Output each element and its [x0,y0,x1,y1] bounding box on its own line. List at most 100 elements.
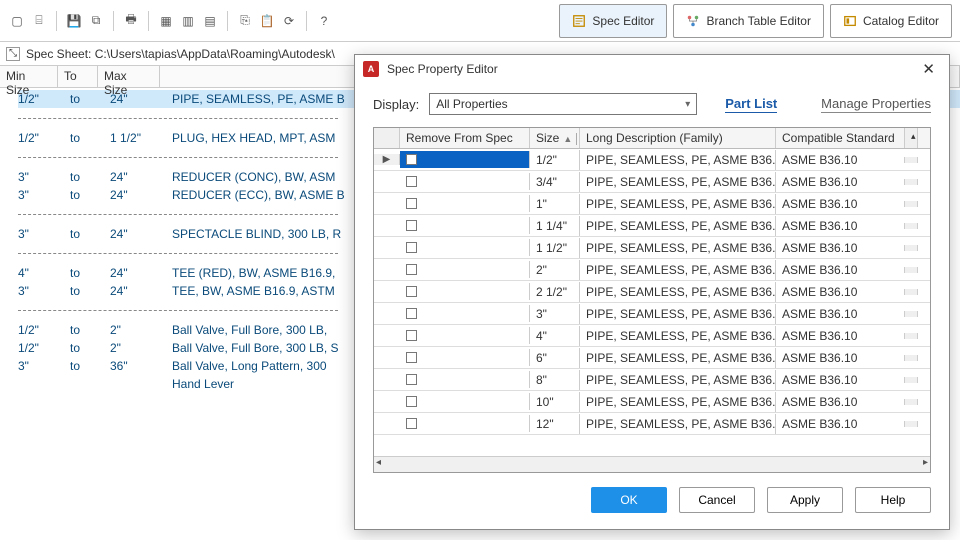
dialog-title: Spec Property Editor [387,62,498,76]
max-size: 2" [110,323,172,337]
tab-label: Spec Editor [592,14,654,28]
col-size[interactable]: Size▲ [530,128,580,148]
grid-row[interactable]: 4"PIPE, SEAMLESS, PE, ASME B36.10, …ASME… [374,325,930,347]
desc: Hand Lever [172,377,372,391]
checkbox-icon[interactable] [406,154,417,165]
vscroll-track[interactable] [904,289,918,295]
remove-cell[interactable] [400,283,530,300]
remove-cell[interactable] [400,371,530,388]
size-cell: 12" [530,414,580,434]
vscroll-up-icon[interactable]: ▴ [904,128,918,148]
manage-properties-link[interactable]: Manage Properties [821,96,931,113]
checkbox-icon[interactable] [406,242,417,253]
checkbox-icon[interactable] [406,374,417,385]
vscroll-track[interactable] [904,223,918,229]
gridv-icon[interactable]: ▥ [179,12,197,30]
print-icon[interactable]: 🖶 [122,12,140,30]
remove-cell[interactable] [400,327,530,344]
tab-label: Catalog Editor [863,14,939,28]
vscroll-track[interactable] [904,201,918,207]
remove-cell[interactable] [400,217,530,234]
grid-row[interactable]: 2 1/2"PIPE, SEAMLESS, PE, ASME B36.10, …… [374,281,930,303]
remove-cell[interactable] [400,349,530,366]
std-cell: ASME B36.10 [776,260,904,280]
part-list-link[interactable]: Part List [725,96,777,113]
col-max-size[interactable]: Max Size [98,66,160,87]
ok-button[interactable]: OK [591,487,667,513]
display-label: Display: [373,97,419,112]
col-long-desc[interactable]: Long Description (Family) [580,128,776,148]
vscroll-track[interactable] [904,421,918,427]
grid-icon[interactable]: ▦ [157,12,175,30]
open-icon[interactable]: ⌸ [30,12,48,30]
expand-icon[interactable]: ⤡ [6,47,20,61]
col-compat-std[interactable]: Compatible Standard [776,128,904,148]
grid-row[interactable]: ▶1/2"PIPE, SEAMLESS, PE, ASME B36.10, …A… [374,149,930,171]
copy-icon[interactable]: ⎘ [236,12,254,30]
vscroll-track[interactable] [904,355,918,361]
remove-cell[interactable] [400,415,530,432]
remove-cell[interactable] [400,393,530,410]
checkbox-icon[interactable] [406,264,417,275]
toolbar-icons: ▢ ⌸ 💾 ⧉ 🖶 ▦ ▥ ▤ ⎘ 📋 ⟳ ? [8,11,333,31]
tab-spec-editor[interactable]: Spec Editor [559,4,667,38]
remove-cell[interactable] [400,173,530,190]
display-combo[interactable]: All Properties ▾ [429,93,697,115]
tab-branch-table-editor[interactable]: Branch Table Editor [673,4,824,38]
toolbar: ▢ ⌸ 💾 ⧉ 🖶 ▦ ▥ ▤ ⎘ 📋 ⟳ ? Spec Editor Bran… [0,0,960,42]
checkbox-icon[interactable] [406,220,417,231]
saveall-icon[interactable]: ⧉ [87,12,105,30]
checkbox-icon[interactable] [406,352,417,363]
vscroll-track[interactable] [904,399,918,405]
help-icon[interactable]: ? [315,12,333,30]
grid-row[interactable]: 1 1/4"PIPE, SEAMLESS, PE, ASME B36.10, …… [374,215,930,237]
branch-icon [686,14,700,28]
refresh-icon[interactable]: ⟳ [280,12,298,30]
checkbox-icon[interactable] [406,418,417,429]
paste-icon[interactable]: 📋 [258,12,276,30]
remove-cell[interactable] [400,305,530,322]
tab-catalog-editor[interactable]: Catalog Editor [830,4,952,38]
checkbox-icon[interactable] [406,396,417,407]
col-min-size[interactable]: Min Size [0,66,58,87]
grid-row[interactable]: 10"PIPE, SEAMLESS, PE, ASME B36.10, …ASM… [374,391,930,413]
checkbox-icon[interactable] [406,286,417,297]
grid-row[interactable]: 12"PIPE, SEAMLESS, PE, ASME B36.10, …ASM… [374,413,930,435]
close-icon[interactable]: ✕ [916,58,941,80]
vscroll-track[interactable] [904,179,918,185]
remove-cell[interactable] [400,151,530,168]
cancel-button[interactable]: Cancel [679,487,755,513]
checkbox-icon[interactable] [406,176,417,187]
remove-cell[interactable] [400,195,530,212]
std-cell: ASME B36.10 [776,150,904,170]
remove-cell[interactable] [400,239,530,256]
horizontal-scrollbar[interactable] [374,456,930,472]
col-remove[interactable]: Remove From Spec [400,128,530,148]
save-icon[interactable]: 💾 [65,12,83,30]
desc: TEE, BW, ASME B16.9, ASTM [172,284,372,298]
vscroll-track[interactable] [904,245,918,251]
grid-header: Remove From Spec Size▲ Long Description … [374,128,930,149]
grid-row[interactable]: 1"PIPE, SEAMLESS, PE, ASME B36.10, …ASME… [374,193,930,215]
remove-cell[interactable] [400,261,530,278]
gridh-icon[interactable]: ▤ [201,12,219,30]
grid-row[interactable]: 8"PIPE, SEAMLESS, PE, ASME B36.10, …ASME… [374,369,930,391]
new-icon[interactable]: ▢ [8,12,26,30]
col-to[interactable]: To [58,66,98,87]
vscroll-track[interactable] [904,311,918,317]
help-button[interactable]: Help [855,487,931,513]
checkbox-icon[interactable] [406,308,417,319]
vscroll-track[interactable] [904,377,918,383]
vscroll-track[interactable] [904,157,918,163]
vscroll-track[interactable] [904,267,918,273]
vscroll-track[interactable] [904,333,918,339]
grid-row[interactable]: 6"PIPE, SEAMLESS, PE, ASME B36.10, …ASME… [374,347,930,369]
grid-row[interactable]: 3"PIPE, SEAMLESS, PE, ASME B36.10, …ASME… [374,303,930,325]
grid-row[interactable]: 1 1/2"PIPE, SEAMLESS, PE, ASME B36.10, …… [374,237,930,259]
checkbox-icon[interactable] [406,330,417,341]
grid-row[interactable]: 2"PIPE, SEAMLESS, PE, ASME B36.10, …ASME… [374,259,930,281]
max-size: 24" [110,227,172,241]
checkbox-icon[interactable] [406,198,417,209]
apply-button[interactable]: Apply [767,487,843,513]
grid-row[interactable]: 3/4"PIPE, SEAMLESS, PE, ASME B36.10, …AS… [374,171,930,193]
